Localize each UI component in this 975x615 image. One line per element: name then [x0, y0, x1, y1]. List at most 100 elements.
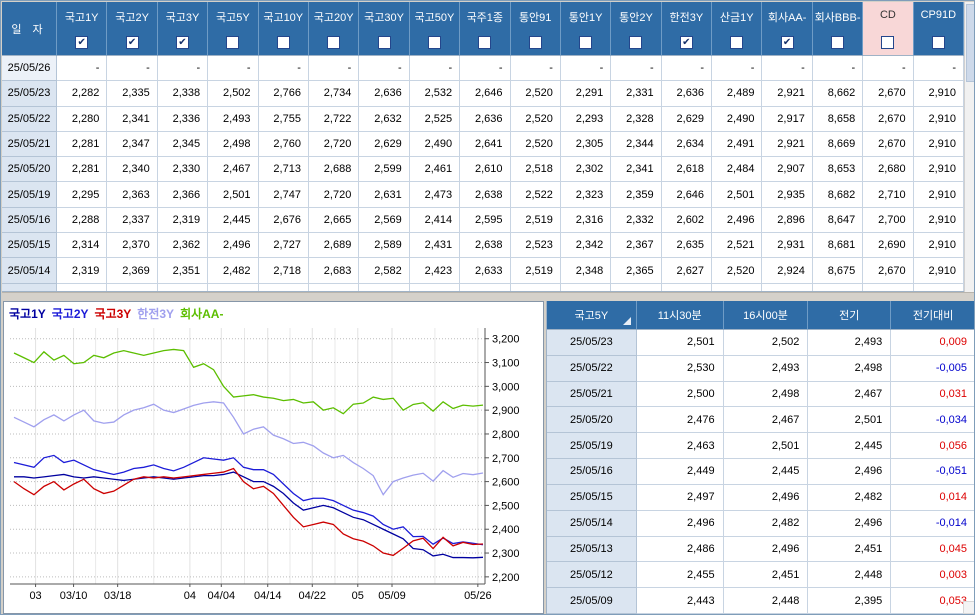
column-header[interactable]: 국고50Y [410, 2, 460, 56]
row-date-cell[interactable]: 25/05/15 [2, 233, 57, 258]
rate-cell: - [813, 56, 863, 81]
column-checkbox[interactable] [327, 36, 340, 49]
rate-cell: 2,328 [611, 107, 661, 132]
column-checkbox[interactable] [831, 36, 844, 49]
detail-date-cell[interactable]: 25/05/16 [547, 459, 637, 485]
rate-cell: - [259, 56, 309, 81]
column-checkbox[interactable]: ✔ [680, 36, 693, 49]
detail-1600-cell: 2,502 [724, 330, 809, 356]
rate-cell: 2,519 [511, 208, 561, 233]
detail-column-header[interactable]: 전기대비 [891, 301, 975, 330]
y-axis-label: 2,900 [492, 405, 520, 417]
rate-cell: 2,522 [511, 182, 561, 207]
row-date-cell[interactable]: 25/05/21 [2, 132, 57, 157]
row-date-cell[interactable]: 25/05/20 [2, 157, 57, 182]
y-axis-label: 2,300 [492, 548, 520, 560]
detail-date-cell[interactable]: 25/05/13 [547, 537, 637, 563]
rate-cell [259, 284, 309, 292]
rate-cell: 2,636 [359, 81, 409, 106]
column-checkbox[interactable] [579, 36, 592, 49]
rate-cell: 2,589 [359, 233, 409, 258]
horizontal-scrollbar[interactable] [2, 292, 975, 301]
column-header[interactable]: 국고2Y✔ [107, 2, 157, 56]
chart-legend: 국고1Y국고2Y국고3Y한전3Y회사AA- [9, 305, 229, 322]
sort-column-header[interactable]: 국고5Y [547, 301, 637, 330]
column-checkbox[interactable]: ✔ [126, 36, 139, 49]
column-checkbox[interactable] [478, 36, 491, 49]
column-header[interactable]: 국고3Y✔ [158, 2, 208, 56]
detail-1600-cell: 2,493 [724, 356, 809, 382]
column-checkbox[interactable] [529, 36, 542, 49]
column-header[interactable]: 산금1Y [712, 2, 762, 56]
column-header[interactable]: 국고10Y [259, 2, 309, 56]
column-header[interactable]: 국주1종 [460, 2, 510, 56]
detail-date-cell[interactable]: 25/05/20 [547, 407, 637, 433]
column-header[interactable]: 통안91 [511, 2, 561, 56]
column-checkbox[interactable] [629, 36, 642, 49]
column-header[interactable]: 통안1Y [561, 2, 611, 56]
detail-1130-cell: 2,449 [637, 459, 724, 485]
row-date-cell[interactable]: 25/05/16 [2, 208, 57, 233]
column-checkbox[interactable]: ✔ [75, 36, 88, 49]
rate-cell: - [359, 56, 409, 81]
column-header[interactable]: 국고20Y [309, 2, 359, 56]
column-checkbox[interactable] [277, 36, 290, 49]
column-header[interactable]: 국고1Y✔ [57, 2, 107, 56]
detail-date-cell[interactable]: 25/05/19 [547, 433, 637, 459]
column-checkbox[interactable]: ✔ [781, 36, 794, 49]
column-header[interactable]: 회사AA-✔ [762, 2, 812, 56]
detail-date-cell[interactable]: 25/05/14 [547, 511, 637, 537]
row-date-cell[interactable]: 25/05/22 [2, 107, 57, 132]
column-header[interactable]: 국고5Y [208, 2, 258, 56]
row-date-cell[interactable]: 25/05/23 [2, 81, 57, 106]
detail-date-cell[interactable]: 25/05/09 [547, 588, 637, 614]
column-checkbox[interactable] [881, 36, 894, 49]
rate-cell: 2,690 [863, 233, 913, 258]
detail-1130-cell: 2,443 [637, 588, 724, 614]
column-checkbox[interactable] [226, 36, 239, 49]
rate-cell: 2,423 [410, 258, 460, 283]
rate-cell: - [914, 56, 964, 81]
column-header[interactable]: CD [863, 2, 913, 56]
column-checkbox[interactable] [378, 36, 391, 49]
column-checkbox[interactable] [428, 36, 441, 49]
rate-cell: 2,689 [309, 233, 359, 258]
detail-date-cell[interactable]: 25/05/12 [547, 562, 637, 588]
rate-cell: 8,658 [813, 107, 863, 132]
row-date-cell[interactable]: 25/05/19 [2, 182, 57, 207]
column-checkbox[interactable] [730, 36, 743, 49]
row-date-cell[interactable]: 25/05/14 [2, 258, 57, 283]
column-header[interactable]: 한전3Y✔ [662, 2, 712, 56]
detail-column-header[interactable]: 11시30분 [637, 301, 724, 330]
rate-cell: 8,682 [813, 182, 863, 207]
column-header[interactable]: CP91D [914, 2, 964, 56]
rate-cell: 2,341 [107, 107, 157, 132]
detail-date-cell[interactable]: 25/05/22 [547, 356, 637, 382]
column-checkbox[interactable]: ✔ [176, 36, 189, 49]
column-header[interactable]: 국고30Y [359, 2, 409, 56]
detail-1600-cell: 2,498 [724, 382, 809, 408]
change-cell: -0,051 [891, 459, 975, 485]
column-header[interactable]: 통안2Y [611, 2, 661, 56]
column-checkbox[interactable] [932, 36, 945, 49]
rate-cell [762, 284, 812, 292]
row-date-cell[interactable]: 25/05/26 [2, 56, 57, 81]
legend-item: 회사AA- [180, 307, 223, 321]
detail-column-header[interactable]: 전기 [808, 301, 891, 330]
row-date-cell[interactable] [2, 284, 57, 292]
column-header[interactable]: 회사BBB- [813, 2, 863, 56]
detail-date-cell[interactable]: 25/05/15 [547, 485, 637, 511]
change-cell: 0,031 [891, 382, 975, 408]
rate-cell: - [561, 56, 611, 81]
scrollbar-thumb[interactable] [966, 4, 975, 82]
detail-date-cell[interactable]: 25/05/23 [547, 330, 637, 356]
rate-cell: 2,910 [914, 208, 964, 233]
rate-cell: 2,341 [611, 157, 661, 182]
rate-cell: 2,633 [460, 258, 510, 283]
detail-column-header[interactable]: 16시00분 [724, 301, 809, 330]
rate-cell: 8,675 [813, 258, 863, 283]
rate-cell: 2,365 [611, 258, 661, 283]
detail-date-cell[interactable]: 25/05/21 [547, 382, 637, 408]
x-axis-label: 03/18 [104, 590, 132, 602]
vertical-scrollbar[interactable] [964, 2, 975, 292]
